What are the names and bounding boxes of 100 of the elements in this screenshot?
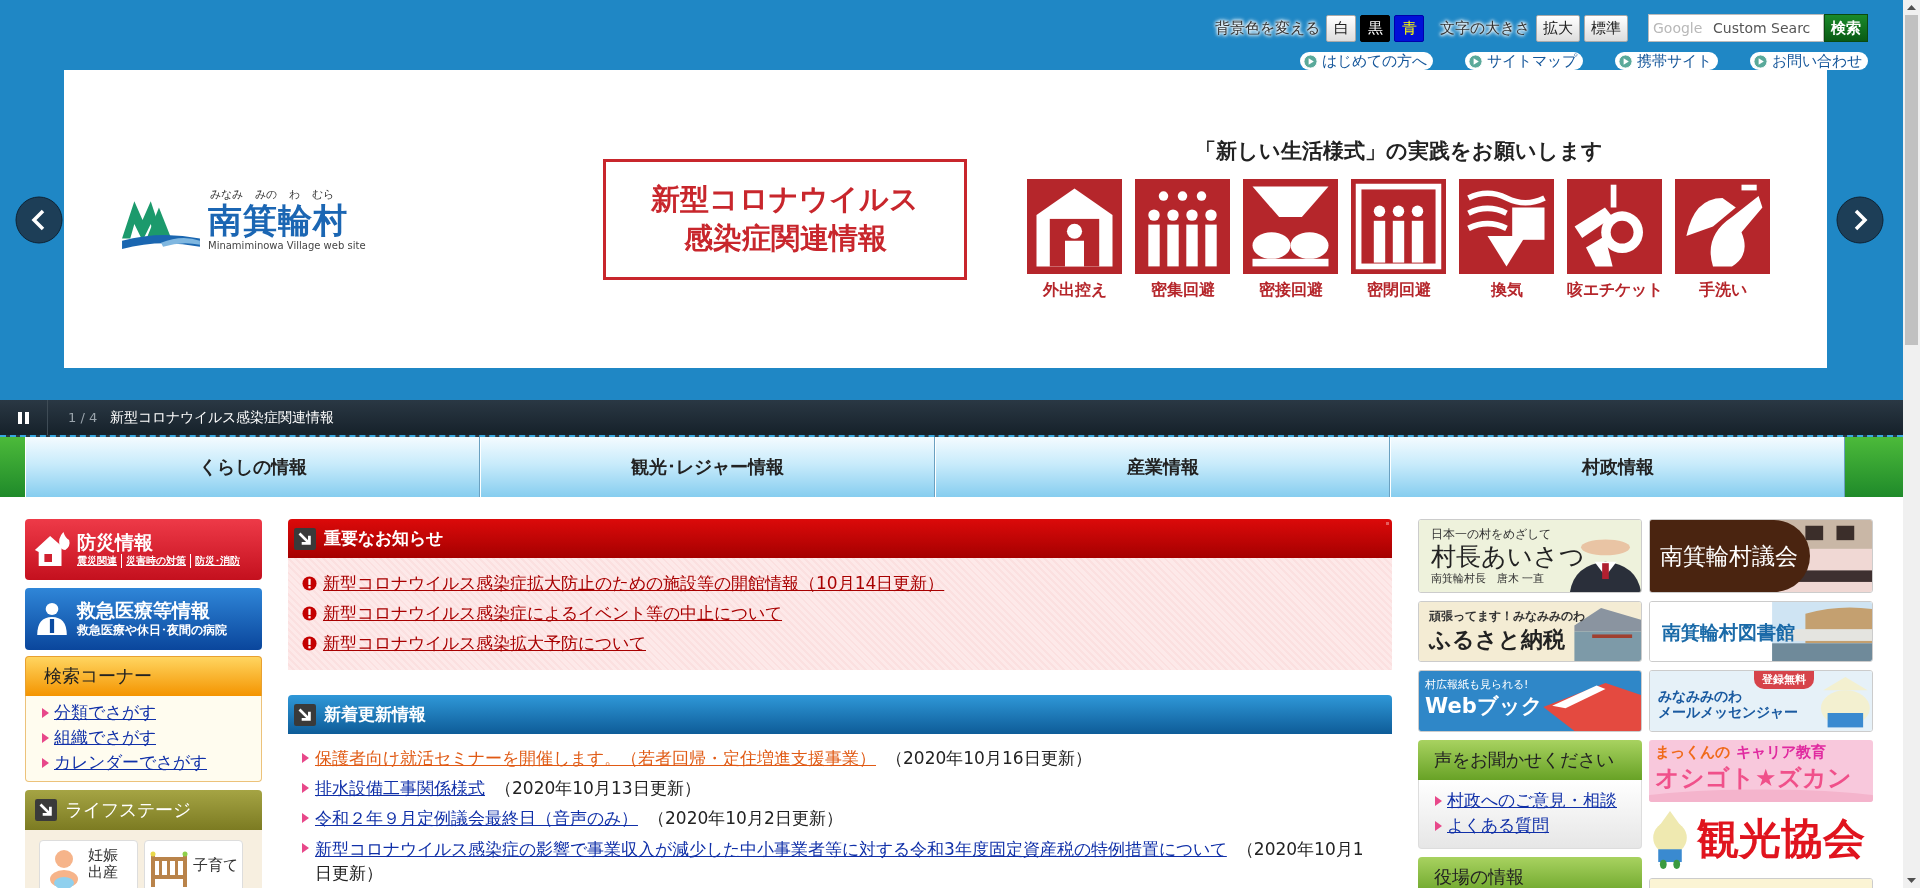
- furusato-banner[interactable]: 頑張ってます！みなみみのわ ふるさと納税: [1418, 601, 1642, 662]
- quick-link[interactable]: サイトマップ: [1465, 52, 1583, 70]
- panel-header: 役場の情報: [1418, 857, 1642, 888]
- pictogram-label: 換気: [1490, 280, 1523, 301]
- quick-link[interactable]: お問い合わせ: [1750, 52, 1868, 70]
- background-color-label: 背景色を変える: [1215, 18, 1320, 38]
- furigana: わ: [289, 187, 300, 203]
- link[interactable]: よくある質問: [1447, 814, 1549, 837]
- life-stage-button[interactable]: 子育て: [144, 840, 243, 888]
- pictogram-label: 密集回避: [1150, 280, 1215, 301]
- link[interactable]: 組織でさがす: [54, 726, 156, 749]
- closed-room-icon: [1351, 179, 1446, 274]
- bullet-icon: [302, 812, 309, 823]
- scroll-up-icon[interactable]: [1907, 5, 1916, 10]
- text-size-label: 文字の大きさ: [1440, 18, 1530, 38]
- sub-link[interactable]: 震災関連: [77, 553, 121, 568]
- previous-button[interactable]: [15, 196, 63, 244]
- scroll-thumb[interactable]: [1905, 15, 1918, 345]
- bullet-icon: [42, 757, 49, 768]
- slide-counter: 1 / 4: [68, 410, 98, 425]
- sub-link[interactable]: 防災･消防: [190, 553, 244, 568]
- update-item: 新型コロナウイルス感染症の影響で事業収入が減少した中小事業者等に対する令和3年度固定資産税の特例措置について （2020年10月1日更新）: [315, 837, 1365, 885]
- furigana: みなみ: [210, 187, 243, 203]
- bullet-icon: [302, 782, 309, 793]
- pause-icon: [16, 410, 31, 425]
- panel-header: 検索コーナー: [25, 656, 262, 696]
- bullet-icon: [42, 732, 49, 743]
- next-button[interactable]: [1836, 196, 1884, 244]
- card-title: 防災情報: [77, 531, 154, 554]
- house-fire-icon: [33, 531, 71, 568]
- scroll-down-icon[interactable]: [1907, 878, 1916, 883]
- pictogram-label: 密閉回避: [1366, 280, 1431, 301]
- update-link[interactable]: 新型コロナウイルス感染症の影響で事業収入が減少した中小事業者等に対する令和3年度固定資産税の特例措置について: [315, 838, 1227, 859]
- update-item: 排水設備工事関係様式 （2020年10月13日更新）: [315, 776, 701, 800]
- update-link[interactable]: 排水設備工事関係様式: [315, 777, 485, 798]
- sub-link[interactable]: 災害時の対策: [121, 553, 190, 568]
- furigana: むら: [312, 187, 334, 203]
- quick-link[interactable]: 携帯サイト: [1615, 52, 1718, 70]
- bullet-icon: [1435, 820, 1442, 831]
- update-link[interactable]: 保護者向け就活セミナーを開催します。（若者回帰・定住増進支援事業）: [315, 748, 876, 768]
- notice-banner[interactable]: 新型コロナウイルス 感染症関連情報: [603, 158, 967, 280]
- tourism-banner[interactable]: 観光協会: [1649, 810, 1873, 870]
- village-name: 南箕輪村: [208, 202, 349, 240]
- slide-banner[interactable]: みなみ みの わ むら 南箕輪村 Minamiminowa Village web site 新型コロナウイルス 感染症関連情報 「新しい生活様式」の実践をお願いします 外出控え 密集回避 密接回避 密閉回避 換気 咳エチケット 手洗い: [64, 70, 1827, 368]
- background-color-button[interactable]: 青: [1394, 14, 1424, 42]
- slide-caption: 新型コロナウイルス感染症関連情報: [110, 408, 335, 427]
- chevron-right-icon: [1836, 196, 1884, 244]
- council-banner[interactable]: 南箕輪村議会: [1649, 519, 1873, 593]
- link[interactable]: カレンダーでさがす: [54, 751, 207, 774]
- nav-tab[interactable]: 村政情報: [1390, 437, 1845, 497]
- section-title: 重要なお知らせ: [324, 527, 443, 550]
- update-item: 保護者向け就活セミナーを開催します。（若者回帰・定住増進支援事業） （2020年10月16日更新）: [315, 747, 1092, 770]
- bullet-icon: [302, 842, 309, 853]
- play-circle-icon: [1753, 53, 1768, 69]
- section-title: 新着更新情報: [324, 703, 426, 726]
- arrow-box-icon: [294, 527, 316, 550]
- play-circle-icon: [1618, 53, 1633, 69]
- window-wind-icon: [1459, 179, 1554, 274]
- arrow-box-icon: [294, 703, 316, 726]
- nav-tab[interactable]: 産業情報: [935, 437, 1390, 497]
- search-button[interactable]: 検索: [1824, 14, 1868, 42]
- furigana: みの: [255, 187, 277, 203]
- update-item: 令和２年９月定例議会最終日（音声のみ） （2020年10月2日更新）: [315, 806, 843, 830]
- notice-link[interactable]: 新型コロナウイルス感染拡大予防について: [323, 631, 646, 655]
- house-person-icon: [1027, 179, 1122, 274]
- pictogram-label: 手洗い: [1698, 280, 1747, 301]
- nav-tab[interactable]: 観光･レジャー情報: [480, 437, 935, 497]
- scrollbar[interactable]: [1903, 0, 1920, 888]
- background-color-button[interactable]: 黒: [1360, 14, 1390, 42]
- chevron-left-icon: [15, 196, 63, 244]
- notice-link[interactable]: 新型コロナウイルス感染症によるイベント等の中止について: [323, 601, 782, 625]
- bullet-icon: [1435, 795, 1442, 806]
- alert-icon: [302, 635, 317, 651]
- site-subtitle: Minamiminowa Village web site: [208, 239, 366, 251]
- link[interactable]: 分類でさがす: [54, 701, 156, 724]
- text-size-button[interactable]: 標準: [1584, 14, 1628, 42]
- crowd-icon: [1135, 179, 1230, 274]
- library-banner[interactable]: 南箕輪村図書館: [1649, 601, 1873, 662]
- mail-banner[interactable]: 登録無料 みなみみのわ メールメッセンジャー: [1649, 670, 1873, 732]
- bullet-icon: [42, 707, 49, 718]
- two-people-icon: [1243, 179, 1338, 274]
- panel-title: ライフステージ: [65, 798, 191, 822]
- google-logo: Google: [1653, 20, 1703, 36]
- nav-tab[interactable]: くらしの情報: [25, 437, 480, 497]
- pictogram-label: 咳エチケット: [1566, 280, 1663, 301]
- emergency-medical-link[interactable]: 救急医療等情報 救急医療や休日･夜間の病院: [25, 588, 262, 650]
- life-stage-button[interactable]: 妊娠出産: [39, 840, 138, 888]
- update-link[interactable]: 令和２年９月定例議会最終日（音声のみ）: [315, 807, 638, 828]
- link[interactable]: 村政へのご意見・相談: [1447, 789, 1617, 812]
- background-color-button[interactable]: 白: [1326, 14, 1356, 42]
- pictogram-label: 密接回避: [1258, 280, 1323, 301]
- arrow-box-icon: [35, 799, 57, 821]
- play-circle-icon: [1468, 53, 1483, 69]
- mayor-banner[interactable]: 日本一の村をめざして 村長あいさつ 南箕輪村長 唐木 一直: [1418, 519, 1642, 593]
- bullet-icon: [302, 753, 309, 763]
- notice-link[interactable]: 新型コロナウイルス感染症拡大防止のための施設等の開館情報（10月14日更新）: [323, 571, 945, 595]
- quick-link[interactable]: はじめての方へ: [1300, 52, 1433, 70]
- headline: 「新しい生活様式」の実践をお願いします: [1194, 138, 1603, 165]
- webbook-banner[interactable]: 村広報紙も見られる! Webブック: [1418, 670, 1642, 732]
- text-size-button[interactable]: 拡大: [1536, 14, 1580, 42]
